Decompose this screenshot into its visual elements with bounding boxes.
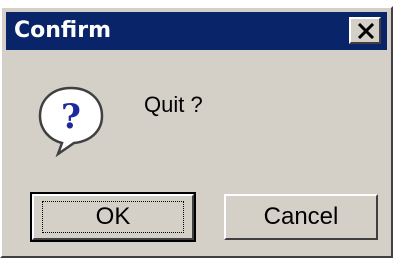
title-bar[interactable]: Confirm: [6, 12, 387, 50]
close-button[interactable]: [349, 17, 381, 44]
dialog-title: Confirm: [14, 18, 112, 43]
dialog-message: Quit ?: [144, 92, 203, 117]
cancel-button-label: Cancel: [263, 203, 339, 230]
close-icon: [357, 23, 375, 39]
svg-text:?: ?: [61, 97, 81, 137]
ok-button[interactable]: OK: [30, 192, 196, 242]
question-icon: ?: [38, 86, 104, 158]
confirm-dialog: Confirm ? Quit ? OK Cancel: [0, 6, 393, 258]
cancel-button[interactable]: Cancel: [224, 194, 378, 240]
ok-button-label: OK: [95, 203, 131, 230]
